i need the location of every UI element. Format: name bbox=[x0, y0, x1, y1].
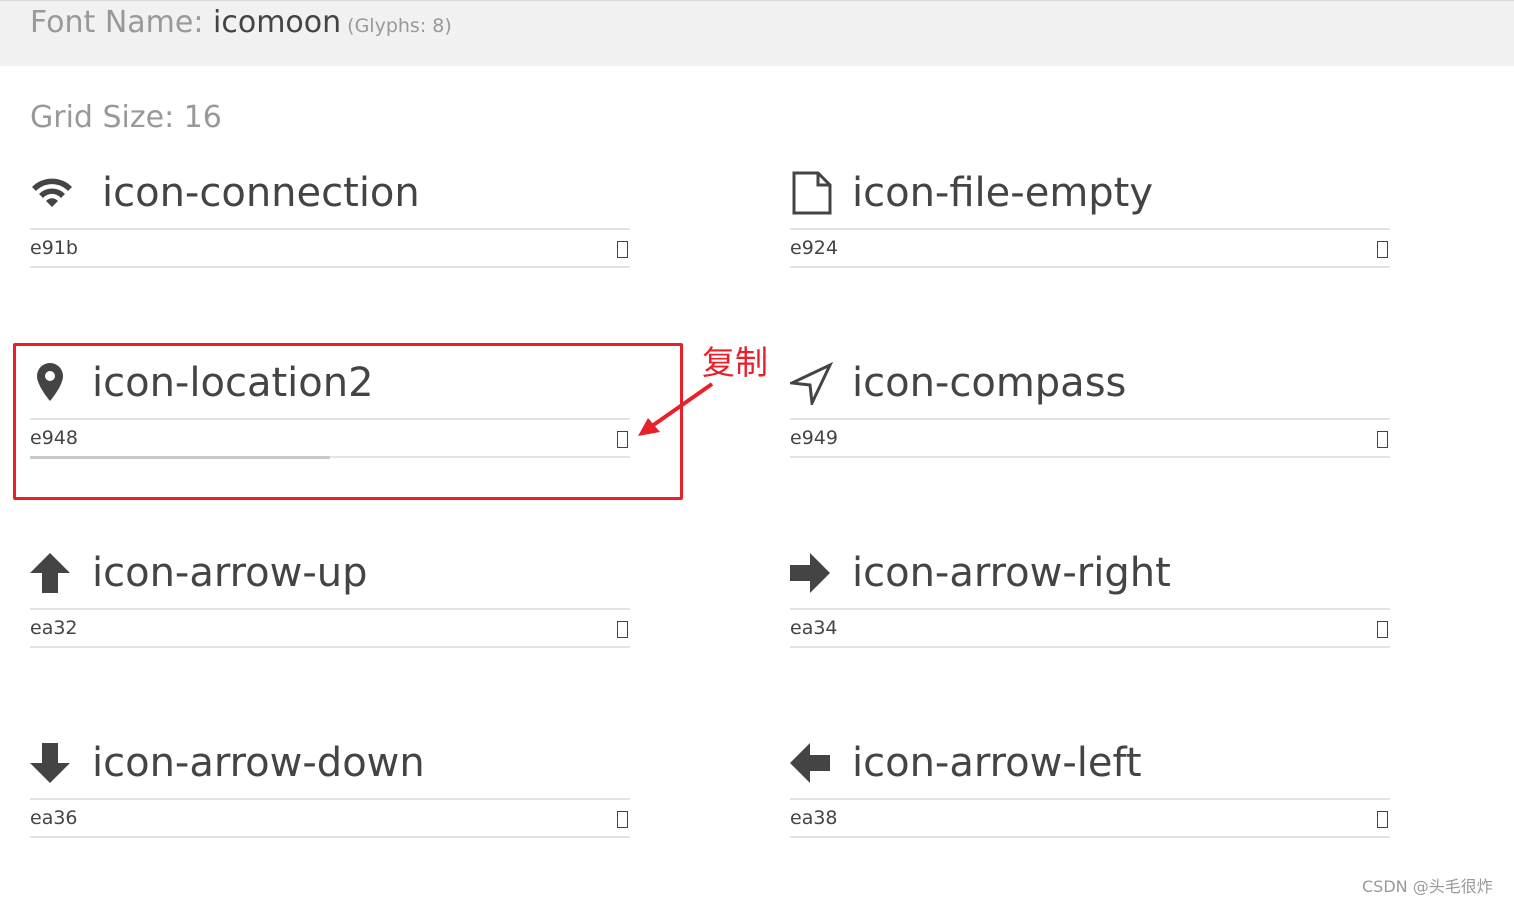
glyph-code: ea32 bbox=[30, 617, 78, 639]
glyph-char-box[interactable] bbox=[1377, 621, 1388, 638]
glyph-name: icon-file-empty bbox=[852, 170, 1154, 216]
glyph-card[interactable]: icon-arrow-down ea36 bbox=[30, 735, 630, 845]
watermark: CSDN @头毛很炸 bbox=[1362, 877, 1493, 896]
wifi-icon bbox=[30, 171, 74, 215]
arrow-down-icon bbox=[30, 741, 74, 785]
glyph-char-box[interactable] bbox=[617, 241, 628, 258]
glyph-char-box[interactable] bbox=[617, 811, 628, 828]
glyph-card[interactable]: icon-connection e91b bbox=[30, 165, 630, 275]
glyph-code: ea36 bbox=[30, 807, 78, 829]
arrow-left-icon bbox=[790, 741, 834, 785]
code-field[interactable]: ea32 bbox=[30, 608, 630, 648]
glyph-name: icon-arrow-up bbox=[92, 550, 368, 596]
annotation-label: 复制 bbox=[702, 343, 768, 382]
glyph-name: icon-arrow-left bbox=[852, 740, 1142, 786]
glyph-code: ea34 bbox=[790, 617, 838, 639]
glyph-name: icon-arrow-right bbox=[852, 550, 1171, 596]
font-name: icomoon bbox=[213, 5, 342, 40]
glyph-code: e924 bbox=[790, 237, 838, 259]
code-field[interactable]: e91b bbox=[30, 228, 630, 268]
glyph-code: e91b bbox=[30, 237, 78, 259]
glyph-name: icon-arrow-down bbox=[92, 740, 425, 786]
glyph-char-box[interactable] bbox=[617, 621, 628, 638]
glyph-char-box[interactable] bbox=[1377, 811, 1388, 828]
glyph-card[interactable]: icon-arrow-up ea32 bbox=[30, 545, 630, 655]
code-field[interactable]: ea38 bbox=[790, 798, 1390, 838]
glyph-char-box[interactable] bbox=[1377, 431, 1388, 448]
grid-size-label: Grid Size: 16 bbox=[30, 100, 222, 135]
compass-arrow-icon bbox=[790, 361, 834, 405]
glyph-card[interactable]: icon-arrow-right ea34 bbox=[790, 545, 1390, 655]
code-field[interactable]: ea34 bbox=[790, 608, 1390, 648]
code-field[interactable]: e924 bbox=[790, 228, 1390, 268]
arrow-right-icon bbox=[790, 551, 834, 595]
code-field[interactable]: ea36 bbox=[30, 798, 630, 838]
glyph-card[interactable]: icon-arrow-left ea38 bbox=[790, 735, 1390, 845]
glyph-name: icon-connection bbox=[102, 170, 420, 216]
annotation-arrow-icon bbox=[630, 380, 720, 440]
glyph-char-box[interactable] bbox=[1377, 241, 1388, 258]
code-field[interactable]: e949 bbox=[790, 418, 1390, 458]
glyphs-count: (Glyphs: 8) bbox=[347, 15, 452, 37]
glyph-code: e949 bbox=[790, 427, 838, 449]
glyph-name: icon-compass bbox=[852, 360, 1127, 406]
annotation-highlight-box bbox=[13, 343, 683, 500]
glyph-card[interactable]: icon-compass e949 bbox=[790, 355, 1390, 465]
font-header: Font Name: icomoon (Glyphs: 8) bbox=[0, 0, 1514, 66]
file-empty-icon bbox=[790, 171, 834, 215]
glyph-card[interactable]: icon-file-empty e924 bbox=[790, 165, 1390, 275]
font-name-heading: Font Name: icomoon (Glyphs: 8) bbox=[30, 5, 452, 40]
arrow-up-icon bbox=[30, 551, 74, 595]
glyph-code: ea38 bbox=[790, 807, 838, 829]
